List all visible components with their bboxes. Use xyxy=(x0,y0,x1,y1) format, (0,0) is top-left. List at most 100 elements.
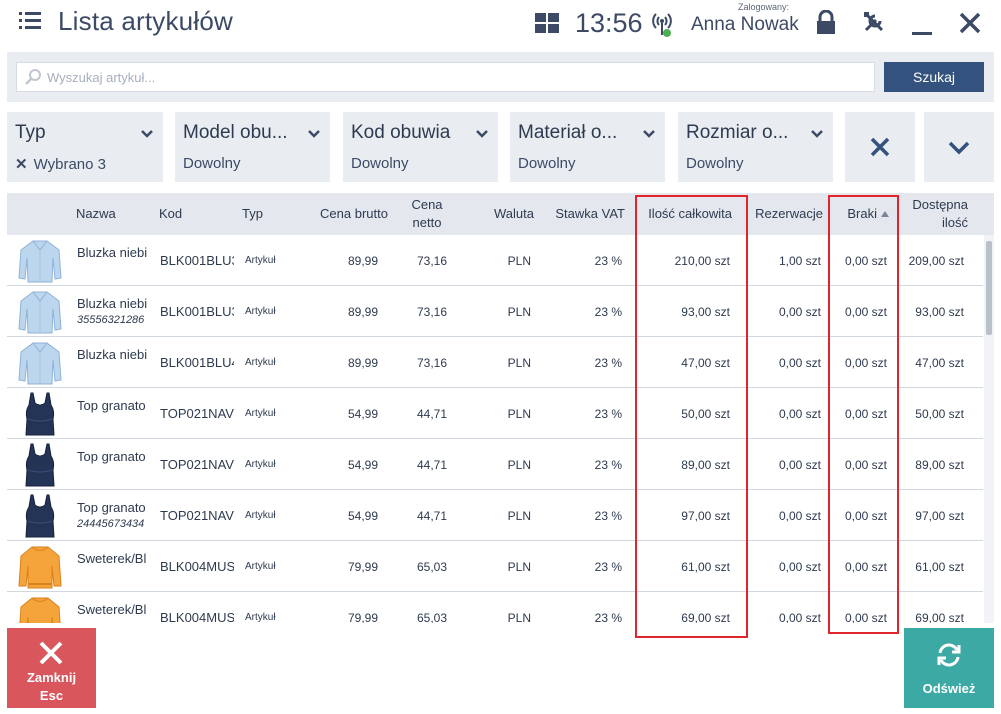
cell-type: Artykuł xyxy=(245,408,276,419)
search-input[interactable] xyxy=(47,63,867,91)
sort-ascending-icon xyxy=(881,211,889,217)
close-button-label: Zamknij xyxy=(26,670,77,685)
cell-currency: PLN xyxy=(507,356,531,370)
table-row[interactable]: Bluzka niebi BLK001BLU4 Artykuł 89,99 73,16 P… xyxy=(7,337,983,388)
close-app-icon[interactable] xyxy=(958,11,982,35)
scrollbar-thumb[interactable] xyxy=(986,241,992,335)
table-row[interactable]: Sweterek/Bl BLK004MUS Artykuł 79,99 65,03 PLN… xyxy=(7,592,983,623)
cell-name: Top granato xyxy=(77,398,151,413)
refresh-icon xyxy=(937,643,961,667)
cell-code: TOP021NAV xyxy=(160,406,234,421)
clear-filter-icon[interactable]: ✕ xyxy=(15,156,28,173)
minimize-icon[interactable] xyxy=(912,32,932,35)
dashboard-grid-icon[interactable] xyxy=(535,13,559,33)
cell-available: 89,00 szt xyxy=(915,458,964,472)
cell-shortage: 0,00 szt xyxy=(844,356,887,370)
product-name: Top granato xyxy=(77,449,146,464)
cell-type: Artykuł xyxy=(245,561,276,572)
cell-name: Bluzka niebi 35556321286 xyxy=(77,296,151,326)
refresh-button[interactable]: Odśwież xyxy=(904,628,994,708)
close-icon xyxy=(39,641,63,665)
product-image xyxy=(17,391,63,436)
expand-filters-button[interactable] xyxy=(924,112,994,182)
filter-value: Dowolny xyxy=(183,155,241,172)
cell-reservation: 0,00 szt xyxy=(778,611,821,623)
cell-code: BLK004MUS xyxy=(160,610,234,623)
table-row[interactable]: Top granato TOP021NAV Artykuł 54,99 44,71 PLN… xyxy=(7,388,983,439)
filter-shoe-code[interactable]: Kod obuwia Dowolny xyxy=(343,112,498,182)
cell-code: BLK001BLU3 xyxy=(160,304,234,319)
column-header-total-qty[interactable]: Ilość całkowita xyxy=(635,193,732,235)
page-title: Lista artykułów xyxy=(58,6,233,36)
cell-reservation: 0,00 szt xyxy=(778,509,821,523)
vertical-scrollbar[interactable] xyxy=(984,235,994,623)
connection-status-icon[interactable] xyxy=(650,10,674,38)
user-name[interactable]: Anna Nowak xyxy=(691,14,799,36)
product-image xyxy=(17,238,63,283)
cell-shortage: 0,00 szt xyxy=(844,458,887,472)
cell-type: Artykuł xyxy=(245,357,276,368)
product-image xyxy=(17,442,63,487)
cell-reservation: 0,00 szt xyxy=(778,305,821,319)
table-row[interactable]: Bluzka niebi 35556321286 BLK001BLU3 Artykuł… xyxy=(7,286,983,337)
product-name: Sweterek/Bl xyxy=(77,551,147,566)
column-header-code[interactable]: Kod xyxy=(159,193,229,235)
column-header-shortage[interactable]: Braki xyxy=(829,193,889,235)
filter-size[interactable]: Rozmiar o... Dowolny xyxy=(678,112,833,182)
cell-price-gross: 79,99 xyxy=(347,560,378,574)
cell-price-gross: 89,99 xyxy=(347,254,378,268)
column-header-available[interactable]: Dostępna ilość xyxy=(900,193,968,235)
cell-name: Top granato 24445673434 xyxy=(77,500,151,530)
column-header-vat[interactable]: Stawka VAT xyxy=(537,193,625,235)
cell-currency: PLN xyxy=(507,611,531,623)
product-name: Top granato xyxy=(77,500,146,515)
search-button[interactable]: Szukaj xyxy=(884,62,984,92)
cell-code: TOP021NAV xyxy=(160,457,234,472)
cell-type: Artykuł xyxy=(245,306,276,317)
column-header-price-net[interactable]: Cena netto xyxy=(397,193,457,235)
filter-title: Model obu... xyxy=(183,122,288,143)
cell-reservation: 1,00 szt xyxy=(778,254,821,268)
close-button[interactable]: Zamknij Esc xyxy=(7,628,96,708)
table-row[interactable]: Top granato TOP021NAV Artykuł 54,99 44,71 PLN… xyxy=(7,439,983,490)
cell-price-gross: 54,99 xyxy=(347,458,378,472)
cell-total-qty: 61,00 szt xyxy=(681,560,730,574)
cell-currency: PLN xyxy=(507,305,531,319)
table-row[interactable]: Sweterek/Bl BLK004MUS Artykuł 79,99 65,03 PLN… xyxy=(7,541,983,592)
column-header-name[interactable]: Nazwa xyxy=(76,193,156,235)
column-header-reservation[interactable]: Rezerwacje xyxy=(739,193,823,235)
filter-material[interactable]: Materiał o... Dowolny xyxy=(510,112,665,182)
cell-name: Sweterek/Bl xyxy=(77,551,151,566)
tools-icon[interactable] xyxy=(862,10,886,34)
column-header-price-gross[interactable]: Cena brutto xyxy=(320,193,388,235)
cell-shortage: 0,00 szt xyxy=(844,407,887,421)
cell-vat: 23 % xyxy=(594,509,622,523)
cell-vat: 23 % xyxy=(594,611,622,623)
clear-filters-button[interactable] xyxy=(845,112,915,182)
column-header-currency[interactable]: Waluta xyxy=(472,193,534,235)
refresh-button-label: Odśwież xyxy=(922,681,976,696)
cell-price-net: 73,16 xyxy=(416,356,447,370)
cell-name: Sweterek/Bl xyxy=(77,602,151,617)
cell-total-qty: 89,00 szt xyxy=(681,458,730,472)
cell-name: Top granato xyxy=(77,449,151,464)
product-name: Sweterek/Bl xyxy=(77,602,147,617)
chevron-down-icon xyxy=(476,130,488,138)
cell-reservation: 0,00 szt xyxy=(778,407,821,421)
filter-model[interactable]: Model obu... Dowolny xyxy=(175,112,330,182)
cell-price-net: 44,71 xyxy=(416,458,447,472)
filter-type[interactable]: Typ ✕ Wybrano 3 xyxy=(7,112,163,182)
lock-icon[interactable] xyxy=(815,10,837,34)
chevron-down-icon xyxy=(948,141,970,155)
cell-available: 209,00 szt xyxy=(908,254,964,268)
product-name: Bluzka niebi xyxy=(77,296,148,311)
column-header-type[interactable]: Typ xyxy=(242,193,302,235)
close-icon xyxy=(870,137,890,157)
table-row[interactable]: Bluzka niebi BLK001BLU3 Artykuł 89,99 73,16 P… xyxy=(7,235,983,286)
table-row[interactable]: Top granato 24445673434 TOP021NAV Artykuł 54… xyxy=(7,490,983,541)
menu-icon[interactable] xyxy=(19,12,41,30)
cell-vat: 23 % xyxy=(594,305,622,319)
cell-total-qty: 47,00 szt xyxy=(681,356,730,370)
cell-total-qty: 93,00 szt xyxy=(681,305,730,319)
cell-total-qty: 69,00 szt xyxy=(681,611,730,623)
